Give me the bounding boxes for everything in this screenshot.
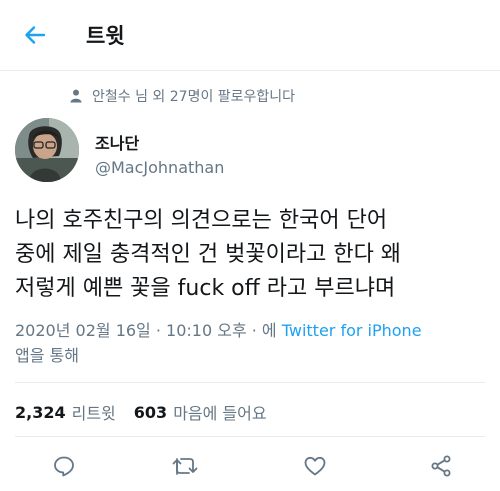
- tweet-source-suffix: 앱을 통해: [15, 346, 79, 365]
- retweet-icon: [172, 458, 198, 475]
- tweet-actions: [0, 448, 500, 484]
- back-button[interactable]: [22, 22, 48, 48]
- tweet-source-link[interactable]: Twitter for iPhone: [282, 321, 422, 340]
- avatar[interactable]: [15, 118, 79, 182]
- arrow-left-icon: [25, 26, 46, 44]
- like-icon: [304, 456, 326, 476]
- stats-divider: [15, 436, 485, 437]
- author-handle[interactable]: @MacJohnathan: [95, 158, 224, 177]
- tweet-author: 조나단 @MacJohnathan: [15, 118, 485, 184]
- meta-divider: [15, 382, 485, 383]
- social-context-text: 안철수 님 외 27명이 팔로우합니다: [92, 89, 296, 105]
- share-button[interactable]: [427, 452, 455, 480]
- likes-label: 마음에 들어요: [173, 404, 267, 423]
- likes-stat[interactable]: 603 마음에 들어요: [134, 400, 267, 424]
- retweet-button[interactable]: [171, 452, 199, 480]
- like-button[interactable]: [301, 452, 329, 480]
- top-bar: 트윗: [0, 0, 500, 70]
- retweets-stat[interactable]: 2,324 리트윗: [15, 400, 116, 424]
- reply-button[interactable]: [50, 452, 78, 480]
- retweets-count: 2,324: [15, 402, 66, 422]
- share-icon: [431, 455, 451, 477]
- tweet-timestamp[interactable]: 2020년 02월 16일 · 10:10 오후 · 에: [15, 321, 282, 340]
- reply-icon: [54, 456, 74, 477]
- header-divider: [0, 70, 500, 71]
- likes-count: 603: [133, 402, 168, 422]
- tweet-meta: 2020년 02월 16일 · 10:10 오후 · 에 Twitter for…: [15, 318, 485, 368]
- retweets-label: 리트윗: [71, 404, 116, 423]
- page-title: 트윗: [86, 24, 125, 48]
- avatar-image: [15, 118, 79, 182]
- social-context[interactable]: 안철수 님 외 27명이 팔로우합니다: [70, 86, 295, 106]
- tweet-stats: 2,324 리트윗 603 마음에 들어요: [15, 400, 285, 424]
- author-name[interactable]: 조나단: [95, 130, 139, 154]
- person-icon: [70, 89, 82, 103]
- tweet-text: 나의 호주친구의 의견으로는 한국어 단어 중에 제일 충격적인 건 벚꽃이라고…: [15, 208, 402, 301]
